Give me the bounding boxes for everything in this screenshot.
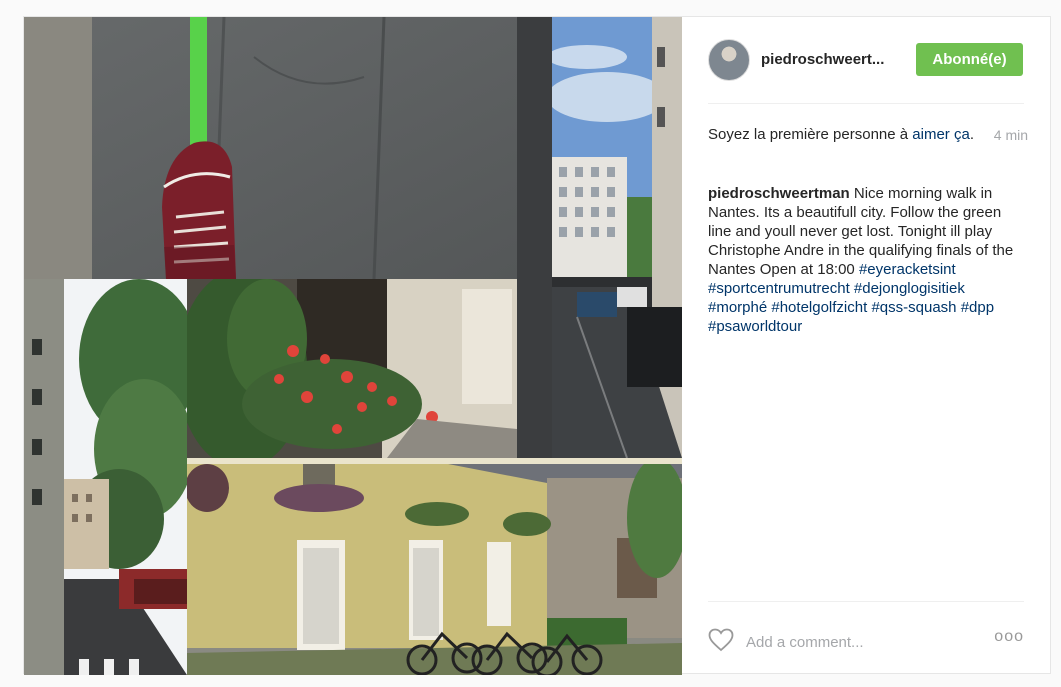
comment-input[interactable] bbox=[744, 630, 978, 654]
likes-suffix: . bbox=[969, 126, 974, 143]
hashtag-link[interactable]: #eyeracketsint bbox=[859, 261, 956, 278]
post-photo-collage[interactable] bbox=[24, 17, 682, 675]
photo-courtyard-tile bbox=[187, 458, 682, 675]
caption-author[interactable]: piedroschweertman bbox=[708, 185, 850, 202]
username-link[interactable]: piedroschweert... bbox=[761, 51, 884, 68]
post-time[interactable]: 4 min bbox=[994, 125, 1028, 145]
heart-icon[interactable] bbox=[708, 628, 734, 652]
hashtag-link[interactable]: #psaworldtour bbox=[708, 318, 802, 335]
hashtag-link[interactable]: #sportcentrumutrecht bbox=[708, 280, 850, 297]
more-options-icon[interactable]: ooo bbox=[994, 628, 1024, 646]
hashtag-link[interactable]: #qss-squash bbox=[871, 299, 956, 316]
post-sidebar: piedroschweert... Abonné(e) Soyez la pre… bbox=[682, 17, 1052, 673]
follow-button[interactable]: Abonné(e) bbox=[916, 43, 1023, 76]
photo-flowers-tile bbox=[187, 279, 517, 458]
post-caption: piedroschweertman Nice morning walk in N… bbox=[708, 184, 1026, 336]
hashtag-link[interactable]: #dpp bbox=[961, 299, 994, 316]
post-card: piedroschweert... Abonné(e) Soyez la pre… bbox=[23, 16, 1052, 675]
post-footer: ooo bbox=[708, 601, 1024, 674]
hashtag-link[interactable]: #dejonglogisitiek bbox=[854, 280, 965, 297]
avatar[interactable] bbox=[708, 39, 750, 81]
likes-row: Soyez la première personne à aimer ça. 4… bbox=[708, 125, 1028, 145]
post-header: piedroschweert... Abonné(e) bbox=[708, 17, 1024, 104]
hashtag-link[interactable]: #hotelgolfzicht bbox=[771, 299, 867, 316]
photo-shoe-tile bbox=[24, 17, 517, 279]
photo-trees-tile bbox=[24, 279, 187, 675]
likes-prefix: Soyez la première personne à bbox=[708, 126, 913, 143]
like-link[interactable]: aimer ça bbox=[912, 126, 970, 143]
photo-street-tile bbox=[517, 17, 682, 458]
hashtag-link[interactable]: #morphé bbox=[708, 299, 767, 316]
